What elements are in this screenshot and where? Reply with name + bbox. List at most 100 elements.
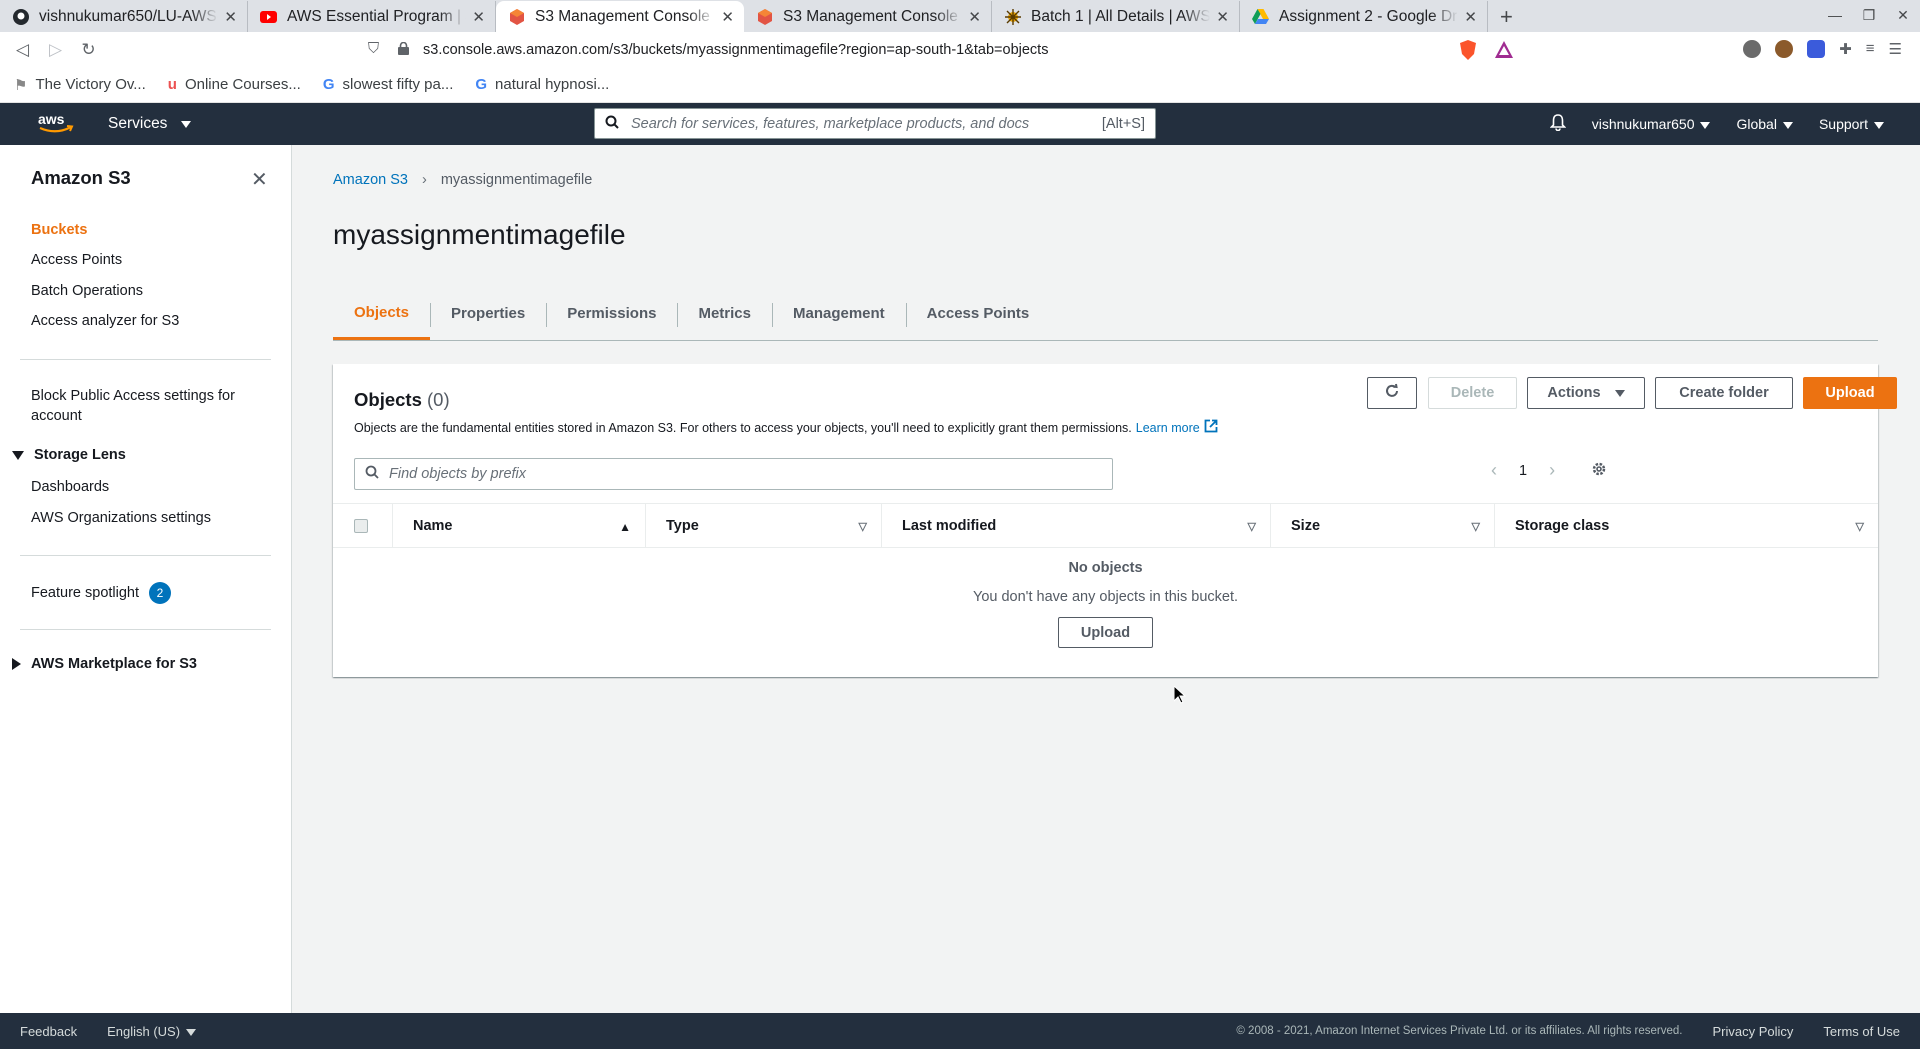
caret-right-icon <box>12 658 21 670</box>
aws-search-input[interactable]: Search for services, features, marketpla… <box>594 108 1156 139</box>
close-tab-icon[interactable]: ✕ <box>472 8 485 26</box>
find-objects-input[interactable]: Find objects by prefix <box>354 458 1113 490</box>
close-tab-icon[interactable]: ✕ <box>1216 8 1229 26</box>
chevron-down-icon <box>1782 121 1793 129</box>
sidebar-item-org-settings[interactable]: AWS Organizations settings <box>31 510 211 526</box>
google-drive-icon <box>1252 8 1269 25</box>
support-menu[interactable]: Support <box>1819 116 1884 132</box>
close-tab-icon[interactable]: ✕ <box>1464 8 1477 26</box>
select-all-checkbox[interactable] <box>354 518 368 533</box>
aws-logo-text: aws <box>38 111 65 127</box>
bell-icon[interactable] <box>1549 114 1567 134</box>
chevron-left-icon[interactable]: ‹ <box>1491 460 1497 481</box>
maximize-icon[interactable]: ❐ <box>1852 0 1886 30</box>
language-label: English (US) <box>107 1023 181 1039</box>
url-bar[interactable]: s3.console.aws.amazon.com/s3/buckets/mya… <box>398 36 1523 64</box>
upload-button[interactable]: Upload <box>1803 377 1897 409</box>
lock-icon <box>398 41 409 59</box>
column-name[interactable]: Name ▲ <box>393 503 646 548</box>
marketplace-section[interactable]: AWS Marketplace for S3 <box>12 656 197 672</box>
sidebar-item-buckets[interactable]: Buckets <box>31 222 87 238</box>
puzzle-icon[interactable]: ✚ <box>1839 40 1852 58</box>
empty-upload-button[interactable]: Upload <box>1058 617 1153 648</box>
close-tab-icon[interactable]: ✕ <box>224 8 237 26</box>
minimize-icon[interactable]: — <box>1818 0 1852 30</box>
back-icon[interactable]: ◁ <box>6 40 39 60</box>
google-icon: G <box>322 76 335 93</box>
chevron-right-icon[interactable]: › <box>1549 460 1555 481</box>
youtube-icon <box>260 8 277 25</box>
terms-link[interactable]: Terms of Use <box>1823 1024 1900 1039</box>
brave-shield-icon[interactable] <box>1459 40 1477 63</box>
divider <box>20 359 271 360</box>
new-tab-icon[interactable]: + <box>1500 1 1513 32</box>
close-tab-icon[interactable]: ✕ <box>721 8 734 26</box>
services-menu[interactable]: Services <box>108 115 192 133</box>
sidebar-item-block-public-access[interactable]: Block Public Access settings for account <box>31 386 261 426</box>
sidebar-item-batch-operations[interactable]: Batch Operations <box>31 283 143 299</box>
tab-management[interactable]: Management <box>771 287 906 340</box>
reload-icon[interactable]: ↻ <box>72 40 105 60</box>
brave-rewards-icon[interactable] <box>1495 41 1513 61</box>
language-select[interactable]: English (US) <box>107 1023 197 1039</box>
aws-logo[interactable]: aws <box>38 111 74 138</box>
page-number[interactable]: 1 <box>1519 463 1527 479</box>
sidebar-item-feature-spotlight[interactable]: Feature spotlight 2 <box>31 582 172 604</box>
region-menu[interactable]: Global <box>1736 116 1793 132</box>
browser-tab-active[interactable]: S3 Management Console ✕ <box>496 1 744 32</box>
feedback-link[interactable]: Feedback <box>20 1024 77 1039</box>
breadcrumb-current: myassignmentimagefile <box>440 172 593 188</box>
tab-access-points[interactable]: Access Points <box>905 287 1051 340</box>
mouse-cursor-icon <box>1173 684 1187 707</box>
close-tab-icon[interactable]: ✕ <box>968 8 981 26</box>
column-type[interactable]: Type ▽ <box>646 503 882 548</box>
tab-objects[interactable]: Objects <box>333 287 431 340</box>
extension-icon[interactable] <box>1807 40 1826 58</box>
sidebar-item-access-points[interactable]: Access Points <box>31 252 122 268</box>
bookmark-item[interactable]: ⚑ The Victory Ov... <box>14 76 146 94</box>
column-last-modified[interactable]: Last modified ▽ <box>882 503 1271 548</box>
browser-tab[interactable]: Batch 1 | All Details | AWS E ✕ <box>992 1 1240 32</box>
close-window-icon[interactable]: ✕ <box>1886 0 1920 30</box>
empty-state: No objects You don't have any objects in… <box>333 560 1878 648</box>
bookmark-item[interactable]: u Online Courses... <box>168 76 301 93</box>
storage-lens-section[interactable]: Storage Lens <box>12 447 126 463</box>
tab-properties[interactable]: Properties <box>430 287 546 340</box>
account-menu[interactable]: vishnukumar650 <box>1592 116 1711 132</box>
tab-metrics[interactable]: Metrics <box>677 287 772 340</box>
bookmark-item[interactable]: Gnatural hypnosi... <box>475 76 609 93</box>
extension-icon[interactable] <box>1743 40 1762 58</box>
objects-panel: Objects (0) Objects are the fundamental … <box>333 364 1897 677</box>
browser-tab[interactable]: S3 Management Console ✕ <box>744 1 992 32</box>
column-storage-class[interactable]: Storage class ▽ <box>1495 503 1878 548</box>
delete-button[interactable]: Delete <box>1428 377 1517 409</box>
forward-icon[interactable]: ▷ <box>39 40 72 60</box>
batch-icon <box>1004 8 1021 25</box>
bookmark-item[interactable]: Gslowest fifty pa... <box>323 76 454 93</box>
support-label: Support <box>1818 116 1868 132</box>
close-icon[interactable]: ✕ <box>251 167 268 192</box>
url-text: s3.console.aws.amazon.com/s3/buckets/mya… <box>423 42 1049 58</box>
media-icon[interactable]: ≡ <box>1866 40 1875 58</box>
breadcrumb-root-link[interactable]: Amazon S3 <box>333 172 408 188</box>
menu-icon[interactable]: ☰ <box>1889 40 1902 58</box>
sidebar-item-dashboards[interactable]: Dashboards <box>31 479 109 495</box>
tab-permissions[interactable]: Permissions <box>546 287 677 340</box>
create-folder-button[interactable]: Create folder <box>1655 377 1793 409</box>
tab-title: vishnukumar650/LU-AWS- <box>39 7 219 25</box>
browser-tab[interactable]: Assignment 2 - Google Driv ✕ <box>1240 1 1488 32</box>
actions-button[interactable]: Actions <box>1527 377 1645 409</box>
learn-more-link[interactable]: Learn more <box>1136 421 1200 435</box>
column-size[interactable]: Size ▽ <box>1271 503 1495 548</box>
refresh-button[interactable] <box>1367 377 1417 409</box>
browser-tab[interactable]: vishnukumar650/LU-AWS- ✕ <box>0 1 248 32</box>
sort-icon: ▽ <box>1471 521 1480 533</box>
settings-gear-icon[interactable] <box>1591 461 1607 481</box>
browser-tab[interactable]: AWS Essential Program | J ✕ <box>248 1 496 32</box>
sidebar-item-access-analyzer[interactable]: Access analyzer for S3 <box>31 313 179 329</box>
console-footer: Feedback English (US) © 2008 - 2021, Ama… <box>0 1013 1920 1049</box>
cookie-icon[interactable] <box>1775 40 1794 58</box>
bookmark-page-icon[interactable]: ⛉ <box>357 40 390 57</box>
privacy-link[interactable]: Privacy Policy <box>1713 1024 1794 1039</box>
account-label: vishnukumar650 <box>1591 116 1695 132</box>
